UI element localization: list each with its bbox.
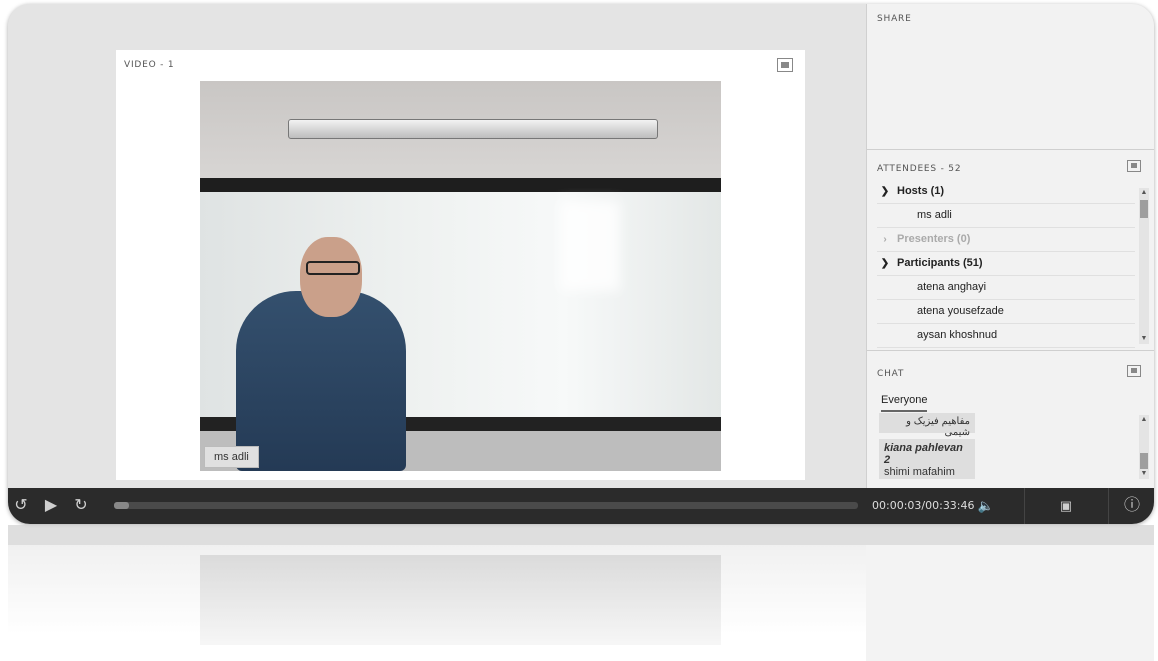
video-glare	[560, 201, 620, 291]
attendee-item[interactable]: atena anghayi	[877, 276, 1135, 300]
scroll-thumb[interactable]	[1140, 453, 1148, 469]
maximize-icon[interactable]	[1127, 160, 1141, 172]
divider	[1024, 488, 1025, 524]
right-panel: SHARE ATTENDEES - 52 ❯ Hosts (1) ms adli …	[866, 4, 1154, 488]
attendees-scrollbar[interactable]: ▲ ▼	[1139, 188, 1149, 344]
playback-time: 00:00:03/00:33:46	[872, 499, 975, 512]
group-hosts[interactable]: ❯ Hosts (1)	[877, 180, 1135, 204]
chat-tab-everyone[interactable]: Everyone	[881, 394, 928, 412]
video-projector-screen	[288, 119, 658, 139]
group-presenters[interactable]: › Presenters (0)	[877, 228, 1135, 252]
chat-message: kiana pahlevan 2 shimi mafahim	[879, 439, 975, 479]
group-label: Participants (51)	[897, 257, 983, 269]
replay-icon[interactable]: ↻	[70, 488, 92, 524]
scroll-down-icon[interactable]: ▼	[1139, 334, 1149, 344]
divider	[1108, 488, 1109, 524]
scroll-up-icon[interactable]: ▲	[1139, 188, 1149, 198]
chevron-down-icon: ❯	[880, 258, 890, 269]
maximize-icon[interactable]	[777, 58, 793, 72]
group-label: Hosts (1)	[897, 185, 945, 197]
attendee-item[interactable]: aysan khoshnud	[877, 324, 1135, 348]
share-pod: SHARE	[867, 4, 1154, 150]
attendees-pod: ATTENDEES - 52 ❯ Hosts (1) ms adli › Prese…	[867, 150, 1154, 351]
info-icon[interactable]: ⓘ	[1118, 488, 1146, 524]
chevron-down-icon: ❯	[880, 186, 890, 197]
video-pod-title: VIDEO - 1	[124, 60, 175, 70]
video-presenter-glasses	[306, 261, 360, 275]
group-label: Presenters (0)	[897, 233, 971, 245]
play-icon[interactable]: ▶	[40, 488, 62, 524]
maximize-icon[interactable]	[1127, 365, 1141, 377]
video-presenter-body	[236, 291, 406, 471]
playback-bar: ↺ ▶ ↻ 00:00:03/00:33:46 🔈 ▣ ⓘ	[8, 488, 1154, 524]
group-participants[interactable]: ❯ Participants (51)	[877, 252, 1135, 276]
chat-message: مفاهیم فیزیک و شیمی	[879, 413, 975, 438]
chat-scrollbar[interactable]: ▲ ▼	[1139, 415, 1149, 479]
scroll-down-icon[interactable]: ▼	[1139, 469, 1149, 479]
scroll-thumb[interactable]	[1140, 200, 1148, 218]
chat-message-text: shimi mafahim	[884, 466, 955, 478]
chat-pod-title: CHAT	[877, 369, 905, 379]
attendee-list: ❯ Hosts (1) ms adli › Presenters (0) ❯ Part…	[877, 180, 1135, 348]
video-name-tag: ms adli	[204, 446, 259, 468]
rewind-icon[interactable]: ↺	[10, 488, 32, 524]
reflection-bar	[8, 525, 1154, 545]
video-pod: VIDEO - 1 ms adli	[116, 50, 805, 480]
reflection	[8, 525, 1154, 661]
video-presenter-head	[300, 237, 362, 317]
attendee-item[interactable]: atena yousefzade	[877, 300, 1135, 324]
reflection-panel	[866, 545, 1154, 661]
seek-bar[interactable]	[114, 502, 858, 509]
attendees-pod-title: ATTENDEES - 52	[877, 164, 962, 174]
chevron-right-icon: ›	[883, 234, 887, 245]
seek-progress	[114, 502, 129, 509]
scroll-up-icon[interactable]: ▲	[1139, 415, 1149, 425]
fullscreen-icon[interactable]: ▣	[1052, 488, 1080, 524]
chat-pod: CHAT Everyone مفاهیم فیزیک و شیمی kiana …	[867, 351, 1154, 488]
stage: VIDEO - 1 ms adli	[8, 4, 866, 488]
volume-icon[interactable]: 🔈	[974, 488, 998, 524]
reflection-video	[200, 555, 721, 645]
share-pod-title: SHARE	[877, 14, 912, 24]
recording-player: VIDEO - 1 ms adli SHARE ATTENDEES - 52 ❯…	[8, 4, 1154, 524]
attendee-item[interactable]: ms adli	[877, 204, 1135, 228]
chat-message-text: مفاهیم فیزیک و شیمی	[906, 416, 970, 438]
video-feed: ms adli	[200, 81, 721, 471]
chat-sender: kiana pahlevan 2	[884, 442, 963, 466]
video-board-top	[200, 178, 721, 192]
